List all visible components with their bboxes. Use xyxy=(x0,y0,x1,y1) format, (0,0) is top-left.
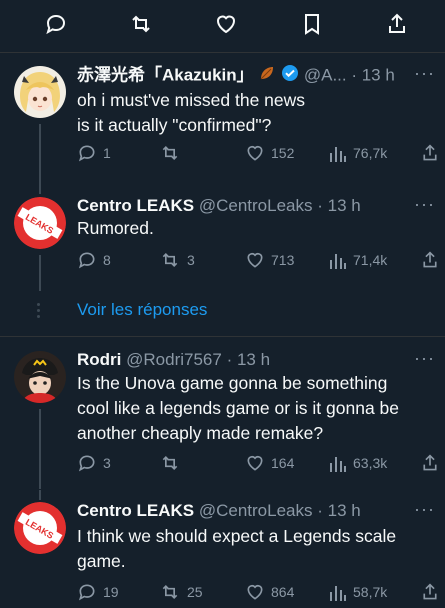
verified-badge-icon xyxy=(281,64,299,88)
tweet[interactable]: LEAKS Centro LEAKS @CentroLeaks · 13 h ·… xyxy=(0,182,445,291)
share-button[interactable] xyxy=(421,142,439,164)
reply-button[interactable]: 3 xyxy=(77,452,111,474)
timestamp[interactable]: · 13 h xyxy=(351,65,394,84)
thread-line xyxy=(39,255,41,291)
view-count: 58,7k xyxy=(353,584,388,600)
leaf-emoji-icon xyxy=(258,64,276,88)
thread-line xyxy=(39,182,41,194)
heart-icon[interactable] xyxy=(214,12,238,36)
retweet-icon[interactable] xyxy=(128,12,154,36)
more-options-icon[interactable]: ··· xyxy=(414,195,435,213)
more-options-icon[interactable]: ··· xyxy=(414,64,435,82)
tweet-header: Centro LEAKS @CentroLeaks · 13 h xyxy=(77,500,361,522)
separator xyxy=(0,336,445,337)
like-button[interactable]: 713 xyxy=(245,249,294,271)
avatar[interactable]: LEAKS xyxy=(14,502,66,554)
more-options-icon[interactable]: ··· xyxy=(414,349,435,367)
more-options-icon[interactable]: ··· xyxy=(414,500,435,518)
show-replies-link[interactable]: Voir les réponses xyxy=(77,300,207,320)
share-button[interactable] xyxy=(421,452,439,474)
views-button[interactable]: 58,7k xyxy=(329,581,387,603)
thread-line xyxy=(39,490,41,500)
tweet-text: Is the Unova game gonna be something coo… xyxy=(77,371,432,446)
share-button[interactable] xyxy=(421,249,439,271)
text-line: cool like a legends game or is it gonna … xyxy=(77,398,400,418)
text-line: Is the Unova game gonna be something xyxy=(77,373,388,393)
tweet-text: Rumored. xyxy=(77,216,432,241)
separator xyxy=(0,52,445,53)
view-count: 76,7k xyxy=(353,145,388,161)
action-bar: 1 152 76,7k xyxy=(77,142,437,164)
text-line: game. xyxy=(77,551,126,571)
like-button[interactable]: 864 xyxy=(245,581,294,603)
views-button[interactable]: 63,3k xyxy=(329,452,387,474)
reply-button[interactable]: 8 xyxy=(77,249,111,271)
top-action-bar xyxy=(0,0,445,50)
like-count: 713 xyxy=(271,252,295,268)
handle[interactable]: @CentroLeaks xyxy=(199,196,313,215)
retweet-count: 3 xyxy=(187,252,195,268)
view-count: 63,3k xyxy=(353,455,388,471)
thread-line xyxy=(39,409,41,489)
like-count: 864 xyxy=(271,584,295,600)
tweet-text: I think we should expect a Legends scale… xyxy=(77,524,432,574)
view-count: 71,4k xyxy=(353,252,388,268)
display-name[interactable]: Centro LEAKS xyxy=(77,196,194,215)
avatar[interactable]: LEAKS xyxy=(14,197,66,249)
tweet-text: oh i must've missed the news is it actua… xyxy=(77,88,432,138)
display-name[interactable]: Centro LEAKS xyxy=(77,501,194,520)
handle[interactable]: @A... xyxy=(304,65,347,84)
retweet-button[interactable] xyxy=(159,142,187,164)
thread-dots xyxy=(37,303,41,321)
tweet-header: Centro LEAKS @CentroLeaks · 13 h xyxy=(77,195,361,217)
bookmark-icon[interactable] xyxy=(301,12,323,36)
text-line: is it actually "confirmed"? xyxy=(77,115,272,135)
text-line: oh i must've missed the news xyxy=(77,90,306,110)
text-line: Rumored. xyxy=(77,218,154,238)
share-button[interactable] xyxy=(421,581,439,603)
reply-button[interactable]: 1 xyxy=(77,142,111,164)
display-name[interactable]: Rodri xyxy=(77,350,121,369)
like-count: 152 xyxy=(271,145,295,161)
tweet[interactable]: Rodri @Rodri7567 · 13 h ··· Is the Unova… xyxy=(0,349,445,489)
tweet[interactable]: LEAKS Centro LEAKS @CentroLeaks · 13 h ·… xyxy=(0,490,445,608)
handle[interactable]: @Rodri7567 xyxy=(126,350,222,369)
thread-line xyxy=(39,124,41,188)
like-button[interactable]: 152 xyxy=(245,142,294,164)
tweet-header: 赤澤光希「Akazukin」 @A... · 13 h xyxy=(77,64,395,86)
reply-count: 19 xyxy=(103,584,119,600)
timestamp[interactable]: · 13 h xyxy=(227,350,270,369)
action-bar: 19 25 864 58,7k xyxy=(77,581,437,603)
reply-button[interactable]: 19 xyxy=(77,581,119,603)
reply-count: 1 xyxy=(103,145,111,161)
share-icon[interactable] xyxy=(386,12,408,36)
avatar[interactable] xyxy=(14,66,66,118)
tweet-header: Rodri @Rodri7567 · 13 h xyxy=(77,349,270,371)
text-line: I think we should expect a Legends scale xyxy=(77,526,397,546)
text-line: another cheaply made remake? xyxy=(77,423,324,443)
display-name[interactable]: 赤澤光希「Akazukin」 xyxy=(77,65,254,84)
retweet-button[interactable]: 25 xyxy=(159,581,203,603)
retweet-count: 25 xyxy=(187,584,203,600)
reply-count: 8 xyxy=(103,252,111,268)
views-button[interactable]: 76,7k xyxy=(329,142,387,164)
like-button[interactable]: 164 xyxy=(245,452,294,474)
retweet-button[interactable] xyxy=(159,452,187,474)
reply-icon[interactable] xyxy=(44,12,68,36)
like-count: 164 xyxy=(271,455,295,471)
reply-count: 3 xyxy=(103,455,111,471)
handle[interactable]: @CentroLeaks xyxy=(199,501,313,520)
action-bar: 3 164 63,3k xyxy=(77,452,437,474)
timestamp[interactable]: · 13 h xyxy=(317,196,360,215)
avatar[interactable] xyxy=(14,351,66,403)
views-button[interactable]: 71,4k xyxy=(329,249,387,271)
tweet[interactable]: 赤澤光希「Akazukin」 @A... · 13 h ··· oh i mus… xyxy=(0,64,445,188)
timestamp[interactable]: · 13 h xyxy=(317,501,360,520)
action-bar: 8 3 713 71,4k xyxy=(77,249,437,271)
retweet-button[interactable]: 3 xyxy=(159,249,195,271)
